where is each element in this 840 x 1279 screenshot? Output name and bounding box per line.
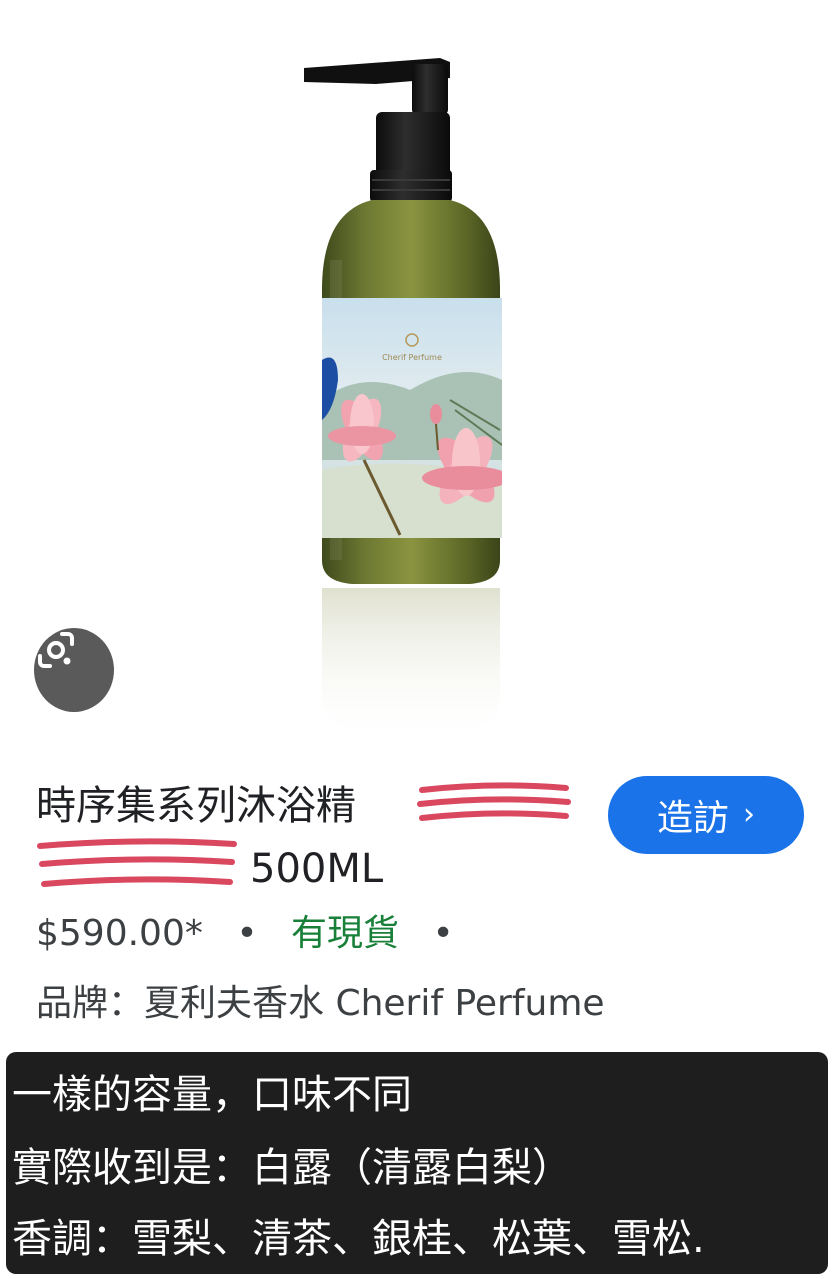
label-logo-text: Cherif Perfume xyxy=(382,353,442,362)
google-lens-icon xyxy=(38,632,74,668)
separator-dot: • xyxy=(236,913,258,954)
stock-status: 有現貨 xyxy=(291,913,400,954)
product-title-line2[interactable]: 500ML xyxy=(250,845,383,893)
chevron-right-icon: › xyxy=(743,796,755,832)
product-image[interactable]: Cherif Perfume xyxy=(0,0,840,760)
price-stock-row: $590.00* • 有現貨 • xyxy=(36,910,476,958)
google-lens-button[interactable] xyxy=(34,628,114,712)
visit-button-label: 造訪 xyxy=(656,798,729,839)
caption-line-2: 實際收到是：白露（清露白梨） xyxy=(12,1145,572,1191)
caption-line-3: 香調：雪梨、清茶、銀桂、松葉、雪松. xyxy=(12,1216,705,1262)
redaction-scribble xyxy=(37,838,237,887)
shower-gel-bottle-image: Cherif Perfume xyxy=(304,58,502,745)
brand-label: 品牌：夏利夫香水 Cherif Perfume xyxy=(36,983,605,1024)
caption-line-1: 一樣的容量，口味不同 xyxy=(12,1072,412,1118)
redaction-scribble xyxy=(417,782,571,821)
separator-dot: • xyxy=(432,913,454,954)
product-title-line1[interactable]: 時序集系列沐浴精 xyxy=(36,782,356,830)
visit-button[interactable]: 造訪 › xyxy=(608,776,804,854)
price: $590.00* xyxy=(36,913,203,954)
